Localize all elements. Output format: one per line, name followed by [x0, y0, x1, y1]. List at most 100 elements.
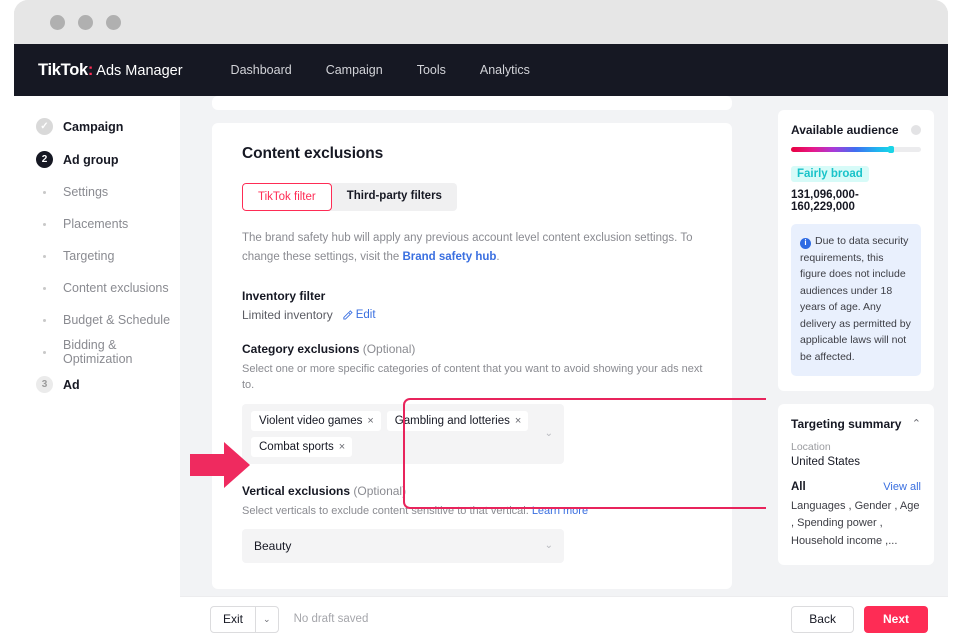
- vertical-exclusions-value: Beauty: [254, 539, 292, 554]
- filter-tabs: TikTok filter Third-party filters: [242, 183, 457, 211]
- brand-subtitle: Ads Manager: [93, 62, 183, 79]
- right-info-column: Available audience Fairly broad 131,096,…: [766, 96, 948, 641]
- vertical-description-text: Select verticals to exclude content sens…: [242, 504, 532, 517]
- tag-label: Violent video games: [259, 414, 363, 427]
- category-optional-tag: (Optional): [359, 341, 416, 356]
- bullet-icon: [36, 350, 53, 354]
- sidebar-item-placements-label: Placements: [63, 217, 129, 231]
- available-audience-title: Available audience: [791, 123, 899, 137]
- sidebar-step-campaign[interactable]: ✓ Campaign: [14, 110, 180, 143]
- data-security-notice-text: Due to data security requirements, this …: [800, 235, 911, 364]
- audience-range-value: 131,096,000-160,229,000: [791, 189, 859, 213]
- sidebar-item-content-exclusions[interactable]: Content exclusions: [14, 272, 180, 304]
- sidebar-item-targeting-label: Targeting: [63, 249, 115, 263]
- view-all-link[interactable]: View all: [883, 481, 921, 493]
- audience-breadth-badge: Fairly broad: [791, 166, 869, 182]
- inventory-edit-button[interactable]: Edit: [342, 309, 376, 321]
- step-sidebar: ✓ Campaign 2 Ad group Settings Placement…: [14, 96, 180, 641]
- step-number-icon: 3: [36, 376, 53, 393]
- targeting-summary-panel: Targeting summary ⌃ Location United Stat…: [778, 403, 934, 566]
- info-circle-icon: i: [800, 237, 811, 249]
- learn-more-link[interactable]: Learn more: [532, 505, 588, 517]
- targeting-fields-list: Languages , Gender , Age , Spending powe…: [791, 499, 920, 547]
- sidebar-step-ad-group[interactable]: 2 Ad group: [14, 143, 180, 176]
- vertical-exclusions-select[interactable]: Beauty ⌄: [242, 529, 564, 564]
- previous-card-peek: [212, 96, 732, 110]
- nav-link-campaign[interactable]: Campaign: [326, 63, 383, 77]
- category-exclusions-description: Select one or more specific categories o…: [242, 362, 703, 392]
- remove-tag-icon[interactable]: ×: [515, 415, 521, 427]
- help-text-suffix: .: [496, 250, 500, 263]
- sidebar-item-budget-schedule[interactable]: Budget & Schedule: [14, 304, 180, 336]
- window-close-button[interactable]: [50, 14, 65, 30]
- inventory-edit-label: Edit: [355, 308, 376, 321]
- annotation-arrow-icon: [190, 442, 250, 488]
- data-security-notice: i Due to data security requirements, this…: [791, 224, 921, 376]
- sidebar-item-placements[interactable]: Placements: [14, 208, 180, 240]
- tag-label: Gambling and lotteries: [394, 414, 510, 427]
- wizard-footer: Exit ⌄ No draft saved Back Next: [180, 596, 948, 641]
- inventory-filter-label: Inventory filter: [242, 288, 326, 303]
- remove-tag-icon[interactable]: ×: [339, 441, 345, 453]
- bullet-icon: [36, 254, 53, 258]
- inventory-filter-value: Limited inventory: [242, 307, 333, 322]
- chevron-down-icon[interactable]: ⌄: [255, 606, 278, 632]
- window-minimize-button[interactable]: [78, 14, 93, 30]
- category-exclusions-title: Category exclusions: [242, 341, 360, 356]
- chevron-down-icon[interactable]: ⌄: [545, 541, 553, 551]
- sidebar-item-bidding-optimization[interactable]: Bidding & Optimization: [14, 336, 180, 368]
- vertical-exclusions-label: Vertical exclusions (Optional): [242, 484, 706, 498]
- brand-logo[interactable]: TikTok: Ads Manager: [38, 61, 183, 80]
- tab-third-party-filters[interactable]: Third-party filters: [332, 183, 457, 211]
- back-button[interactable]: Back: [791, 605, 854, 633]
- vertical-exclusions-title: Vertical exclusions: [242, 483, 351, 498]
- nav-link-dashboard[interactable]: Dashboard: [231, 63, 292, 77]
- tab-tiktok-filter[interactable]: TikTok filter: [242, 183, 332, 211]
- app-body: ✓ Campaign 2 Ad group Settings Placement…: [14, 96, 948, 641]
- nav-link-tools[interactable]: Tools: [417, 63, 446, 77]
- targeting-all-row: All View all: [791, 481, 921, 493]
- sidebar-item-settings-label: Settings: [63, 185, 109, 199]
- window-titlebar: [14, 0, 948, 44]
- pencil-icon: [343, 310, 353, 320]
- chevron-up-icon[interactable]: ⌃: [912, 417, 921, 430]
- bullet-icon: [36, 318, 53, 322]
- sidebar-step-ad-group-label: Ad group: [63, 152, 119, 167]
- audience-gauge: [791, 146, 921, 153]
- window-maximize-button[interactable]: [106, 14, 121, 30]
- audience-gauge-fill: [791, 147, 893, 152]
- targeting-all-label: All: [791, 480, 806, 493]
- footer-actions: Back Next: [791, 605, 928, 633]
- category-exclusions-select[interactable]: Violent video games × Gambling and lotter…: [242, 403, 564, 464]
- available-audience-header: Available audience: [791, 123, 921, 137]
- step-number-icon: 2: [36, 151, 53, 168]
- sidebar-step-ad-label: Ad: [63, 377, 80, 392]
- vertical-optional-tag: (Optional): [350, 483, 407, 498]
- page-title: Content exclusions: [242, 145, 384, 162]
- next-button[interactable]: Next: [863, 605, 928, 633]
- remove-tag-icon[interactable]: ×: [367, 415, 373, 427]
- location-label: Location: [791, 440, 831, 453]
- sidebar-step-ad[interactable]: 3 Ad: [14, 368, 180, 401]
- sidebar-item-settings[interactable]: Settings: [14, 176, 180, 208]
- exit-button-group: Exit ⌄: [210, 605, 279, 633]
- tag-label: Combat sports: [259, 440, 334, 453]
- sidebar-item-targeting[interactable]: Targeting: [14, 240, 180, 272]
- check-icon: ✓: [36, 118, 53, 135]
- chevron-down-icon[interactable]: ⌄: [545, 428, 553, 439]
- app-top-nav: TikTok: Ads Manager Dashboard Campaign T…: [14, 44, 948, 96]
- location-value: United States: [791, 455, 861, 468]
- brand-safety-help-text: The brand safety hub will apply any prev…: [242, 229, 706, 267]
- sidebar-item-bidding-optimization-label: Bidding & Optimization: [63, 338, 133, 366]
- exit-button[interactable]: Exit: [211, 607, 255, 632]
- sidebar-item-content-exclusions-label: Content exclusions: [63, 281, 169, 295]
- audience-gauge-knob: [888, 146, 895, 153]
- brand-safety-hub-link[interactable]: Brand safety hub: [402, 251, 496, 263]
- content-exclusions-card: Content exclusions TikTok filter Third-p…: [212, 123, 732, 590]
- info-icon[interactable]: [911, 125, 921, 135]
- nav-links: Dashboard Campaign Tools Analytics: [231, 63, 530, 77]
- targeting-summary-header: Targeting summary ⌃: [791, 417, 921, 431]
- sidebar-item-budget-schedule-label: Budget & Schedule: [63, 313, 171, 327]
- nav-link-analytics[interactable]: Analytics: [480, 63, 530, 77]
- brand-name: TikTok: [38, 60, 88, 79]
